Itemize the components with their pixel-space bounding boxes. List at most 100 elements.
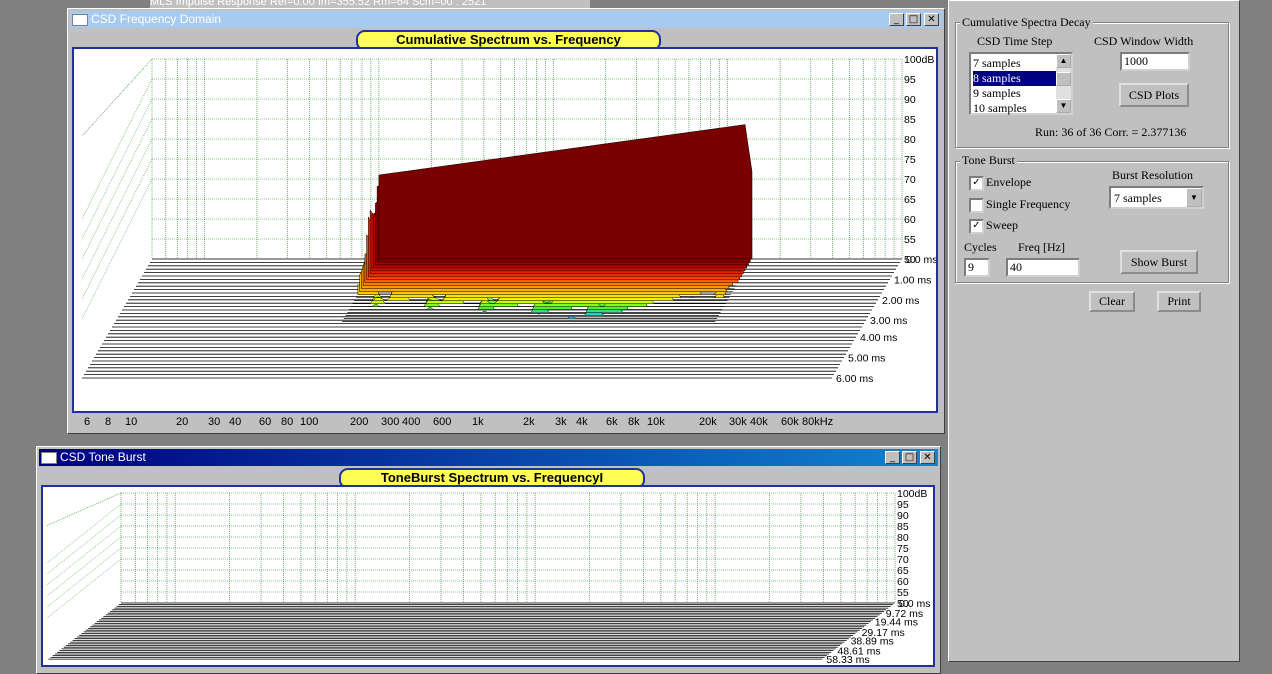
y-tick-label: 70 — [904, 174, 916, 186]
scroll-thumb[interactable] — [1056, 72, 1071, 86]
x-tick-label: 40 — [229, 416, 242, 428]
grid-line — [46, 558, 122, 619]
csd-frequency-titlebar[interactable]: CSD Frequency Domain _ □ ✕ — [70, 11, 942, 28]
x-tick-label: 600 — [433, 416, 452, 428]
z-tick-label: 6.00 ms — [836, 373, 873, 385]
y-tick-label: 95 — [904, 74, 916, 86]
x-tick-label: 60k — [781, 416, 799, 428]
sweep-checkbox[interactable]: ✓ — [969, 219, 984, 234]
scroll-down-button[interactable]: ▼ — [1056, 99, 1071, 113]
envelope-checkbox[interactable]: ✓ — [969, 176, 984, 191]
list-item[interactable]: 7 samples — [973, 56, 1055, 71]
grid-line — [46, 492, 122, 526]
x-tick-label: 40k — [750, 416, 768, 428]
time-step-listbox[interactable]: 7 samples 8 samples 9 samples 10 samples… — [969, 52, 1073, 115]
close-button[interactable]: ✕ — [920, 451, 935, 464]
x-tick-label: 6 — [84, 416, 91, 428]
y-tick-label: 60 — [904, 214, 916, 226]
x-tick-label: 8k — [628, 416, 640, 428]
grid-line — [46, 525, 122, 586]
x-tick-label: 2k — [523, 416, 535, 428]
csd-group-title: Cumulative Spectra Decay — [960, 15, 1093, 30]
scroll-up-button[interactable]: ▲ — [1056, 54, 1071, 68]
x-tick-label: 4k — [576, 416, 588, 428]
window-width-label: CSD Window Width — [1094, 34, 1194, 48]
show-burst-button[interactable]: Show Burst — [1120, 250, 1198, 274]
x-tick-label: 100 — [300, 416, 319, 428]
x-tick-label: 20k — [699, 416, 717, 428]
grid-line — [46, 536, 122, 597]
grid-line — [46, 547, 122, 608]
minimize-button[interactable]: _ — [889, 13, 904, 26]
grid-line — [81, 98, 153, 240]
window-icon[interactable] — [72, 14, 88, 26]
x-tick-label: 60 — [259, 416, 272, 428]
list-item[interactable]: 10 samples — [973, 101, 1055, 116]
spectrum-slice — [343, 315, 718, 319]
window-width-input[interactable] — [1120, 52, 1190, 71]
maximize-button[interactable]: □ — [902, 451, 917, 464]
list-item[interactable]: 9 samples — [973, 86, 1055, 101]
z-tick-label: 2.00 ms — [882, 295, 919, 307]
listbox-scrollbar[interactable]: ▲ ▼ — [1056, 54, 1071, 113]
minimize-button[interactable]: _ — [885, 451, 900, 464]
x-tick-label: 30 — [208, 416, 221, 428]
csd-toneburst-titlebar[interactable]: CSD Tone Burst _ □ ✕ — [39, 449, 938, 466]
grid-line — [81, 178, 153, 320]
csd-toneburst-window[interactable]: CSD Tone Burst _ □ ✕ ToneBurst Spectrum … — [36, 446, 941, 674]
tone-burst-group-title: Tone Burst — [960, 153, 1017, 168]
csd-x-axis: 6 8 10 20 30 40 60 80 100 200 300 400 600 1k 2k 3k 4k 6k 8… — [68, 416, 946, 432]
freq-label: Freq [Hz] — [1018, 240, 1065, 254]
spectrum-slice — [378, 124, 753, 260]
freq-input[interactable] — [1006, 258, 1080, 277]
y-tick-label: 75 — [904, 154, 916, 166]
csd-frequency-window[interactable]: CSD Frequency Domain _ □ ✕ Cumulative Sp… — [67, 8, 945, 434]
grid-line — [81, 118, 153, 260]
y-tick-label: 65 — [904, 194, 916, 206]
burst-resolution-select[interactable]: 7 samples ▼ — [1109, 186, 1204, 209]
x-tick-label: 6k — [606, 416, 618, 428]
x-tick-label: 80 — [281, 416, 294, 428]
x-tick-label: 400 — [402, 416, 421, 428]
grid-line — [81, 78, 153, 220]
z-tick-label: 1.00 ms — [894, 274, 931, 286]
z-tick-label: 5.00 ms — [848, 353, 885, 365]
y-tick-label: 80 — [904, 134, 916, 146]
maximize-button[interactable]: □ — [906, 13, 921, 26]
z-tick-label: 3.00 ms — [870, 315, 907, 327]
y-tick-label: 55 — [904, 234, 916, 246]
burst-resolution-label: Burst Resolution — [1112, 168, 1194, 182]
sweep-label: Sweep — [986, 218, 1018, 232]
x-tick-label: 30k — [729, 416, 747, 428]
x-tick-label: 10k — [647, 416, 665, 428]
x-tick-label: 80kHz — [802, 416, 834, 428]
triangle-up-icon: ▲ — [1059, 56, 1068, 65]
chevron-down-icon: ▼ — [1190, 193, 1198, 202]
x-tick-label: 300 — [381, 416, 400, 428]
grid-line — [81, 158, 153, 300]
x-tick-label: 10 — [125, 416, 138, 428]
y-tick-label: 85 — [904, 114, 916, 126]
tone-waterfall-chart: 100dB959085807570656055500.0 ms9.72 ms19… — [46, 488, 931, 665]
grid-line — [81, 58, 153, 137]
csd-plots-button[interactable]: CSD Plots — [1119, 83, 1189, 107]
x-tick-label: 3k — [555, 416, 567, 428]
control-panel: Cumulative Spectra Decay CSD Time Step 7… — [945, 0, 1272, 674]
close-button[interactable]: ✕ — [924, 13, 939, 26]
y-tick-label: 100dB — [904, 54, 934, 66]
print-button[interactable]: Print — [1157, 291, 1201, 312]
z-tick-label: 4.00 ms — [860, 332, 897, 344]
dropdown-button[interactable]: ▼ — [1186, 188, 1202, 207]
time-step-label: CSD Time Step — [977, 34, 1053, 48]
single-frequency-checkbox[interactable] — [969, 198, 984, 213]
single-frequency-label: Single Frequency — [986, 197, 1071, 211]
cycles-input[interactable] — [964, 258, 990, 277]
list-item-selected[interactable]: 8 samples — [973, 71, 1057, 86]
cycles-label: Cycles — [964, 240, 997, 254]
triangle-down-icon: ▼ — [1059, 101, 1068, 110]
envelope-label: Envelope — [986, 175, 1032, 189]
grid-line — [81, 138, 153, 280]
x-tick-label: 1k — [472, 416, 484, 428]
clear-button[interactable]: Clear — [1089, 291, 1135, 312]
window-icon[interactable] — [41, 452, 57, 464]
